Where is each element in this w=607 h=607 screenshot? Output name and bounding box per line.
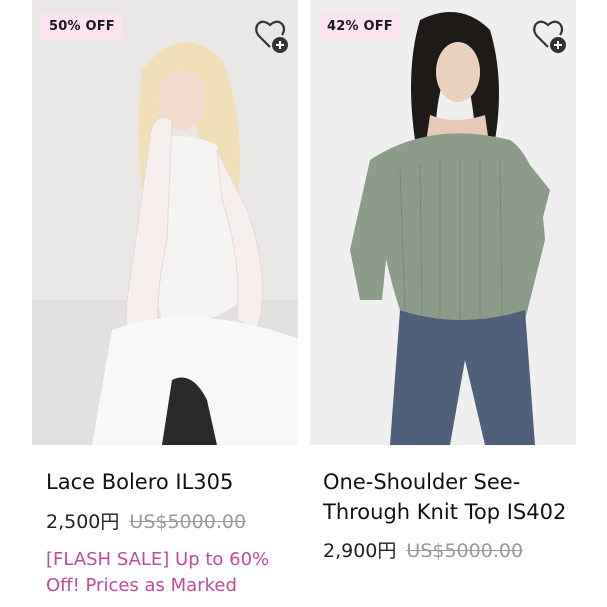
discount-badge: 42% OFF bbox=[319, 14, 401, 39]
price-row: 2,900円 US$5000.00 bbox=[323, 538, 576, 564]
sale-price: 2,900円 bbox=[323, 540, 397, 562]
product-card[interactable]: 50% OFF Lace Bolero IL305 2,500円 US$5000.… bbox=[32, 0, 298, 599]
model-photo-lace-bolero bbox=[32, 0, 298, 445]
promo-text: [FLASH SALE] Up to 60% Off! Prices as Ma… bbox=[46, 549, 270, 596]
product-title[interactable]: One-Shoulder See-Through Knit Top IS402 bbox=[323, 467, 573, 527]
product-image[interactable]: 50% OFF bbox=[32, 0, 298, 445]
wishlist-add-button[interactable] bbox=[532, 16, 568, 56]
sale-price: 2,500円 bbox=[46, 511, 120, 533]
original-price: US$5000.00 bbox=[129, 511, 247, 533]
product-image[interactable]: 42% OFF bbox=[310, 0, 576, 445]
model-photo-knit-top bbox=[310, 0, 576, 445]
price-row: 2,500円 US$5000.00 bbox=[46, 509, 298, 535]
product-card[interactable]: 42% OFF One-Shoulder See-Through Knit To… bbox=[310, 0, 576, 564]
original-price: US$5000.00 bbox=[406, 540, 524, 562]
wishlist-add-button[interactable] bbox=[254, 16, 290, 56]
product-title[interactable]: Lace Bolero IL305 bbox=[46, 467, 298, 497]
discount-badge: 50% OFF bbox=[41, 14, 123, 39]
heart-plus-icon bbox=[255, 20, 288, 53]
heart-plus-icon bbox=[533, 20, 566, 53]
